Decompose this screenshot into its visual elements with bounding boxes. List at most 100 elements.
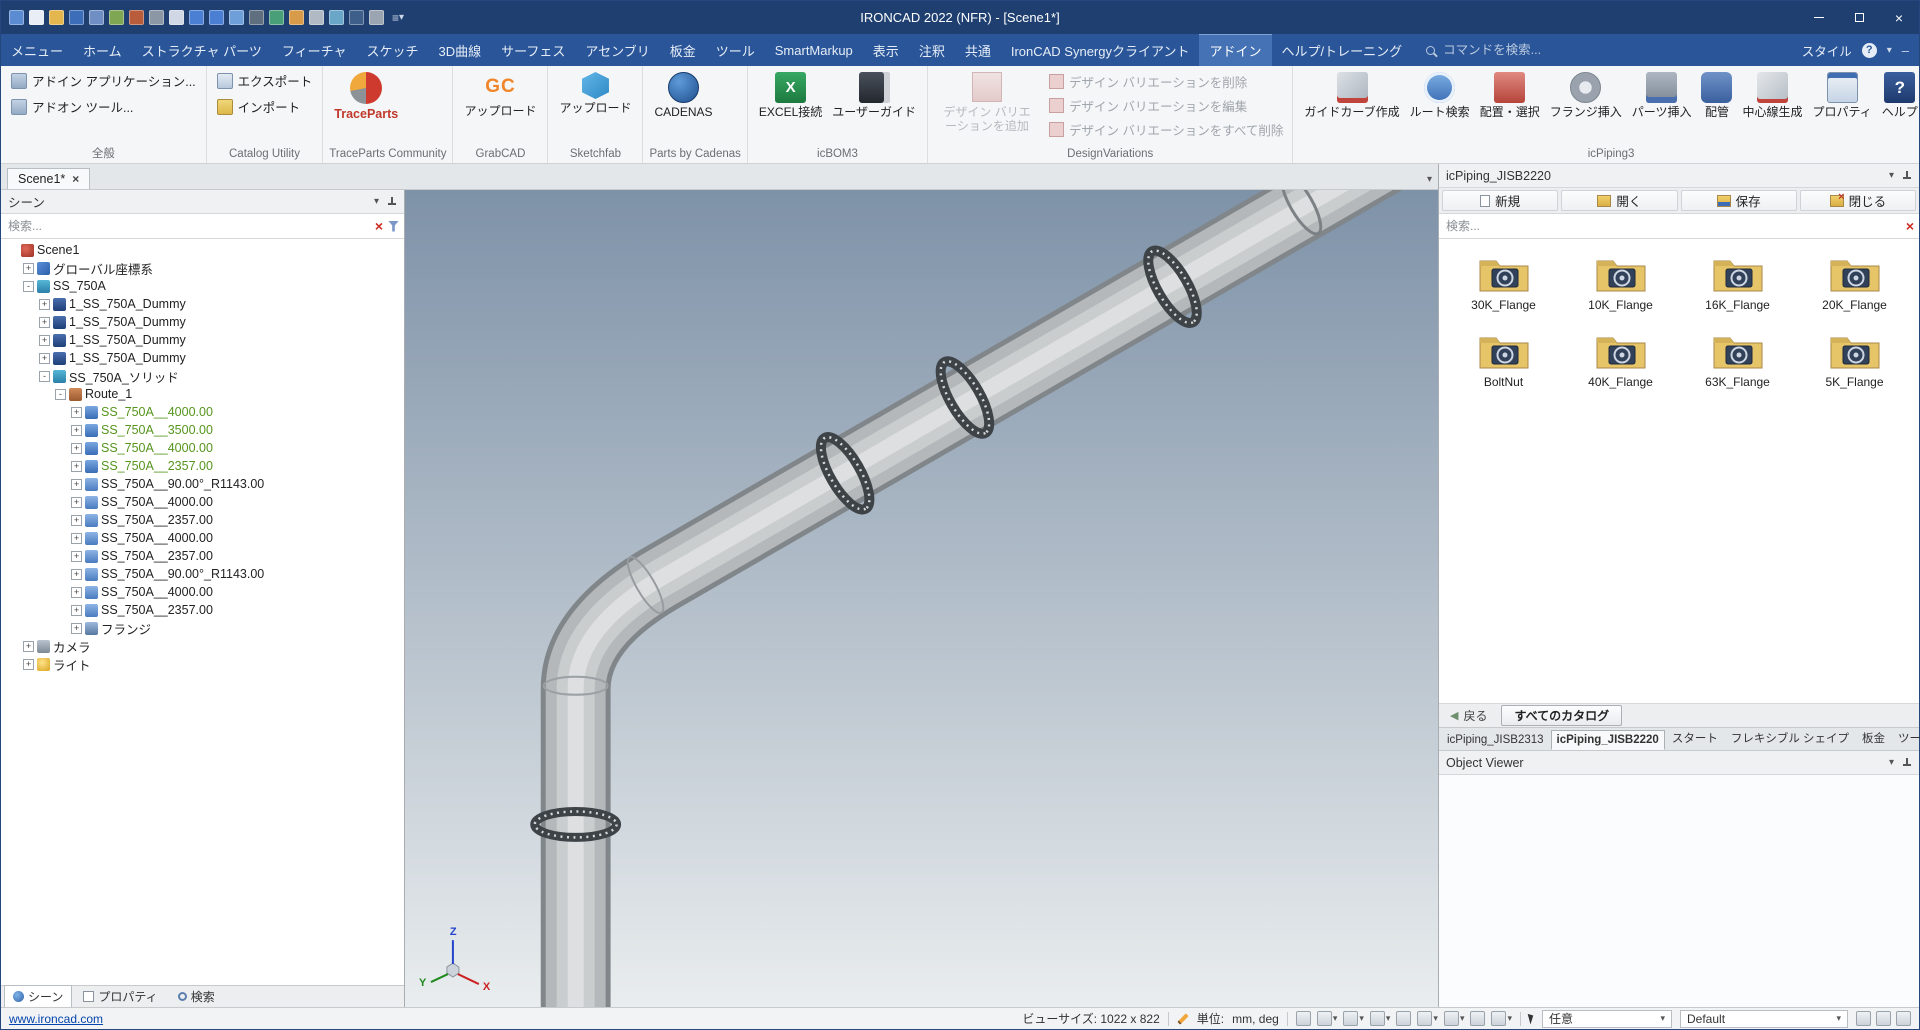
tree-item[interactable]: - SS_750A_ソリッド <box>1 367 404 385</box>
display-mode-icon[interactable]: ▾ <box>1370 1011 1391 1026</box>
tree-expander[interactable]: + <box>71 497 82 508</box>
grabcad-upload-button[interactable]: GC アップロード <box>459 69 541 119</box>
tree-expander[interactable]: + <box>23 659 34 670</box>
scene-search-input[interactable] <box>6 218 370 234</box>
close-button[interactable]: × <box>1879 1 1919 34</box>
catalog-tab[interactable]: ツール <box>1892 726 1920 750</box>
panel-bottom-tab[interactable]: 検索 <box>169 985 224 1008</box>
undo-icon[interactable] <box>189 10 204 25</box>
render-icon[interactable] <box>269 10 284 25</box>
ribbon-tab[interactable]: ストラクチャ パーツ <box>132 34 272 66</box>
ribbon-tab[interactable]: ツール <box>706 34 765 66</box>
addon-tools-button[interactable]: アドオン ツール... <box>7 95 200 118</box>
catalog-export-button[interactable]: エクスポート <box>213 69 317 92</box>
tree-expander[interactable]: - <box>55 389 66 400</box>
config-combo[interactable]: Default ▾ <box>1680 1010 1848 1028</box>
camera-view-icon[interactable]: ▾ <box>1470 1011 1485 1026</box>
ribbon-tab[interactable]: IronCAD Synergyクライアント <box>1001 34 1200 66</box>
tree-item[interactable]: + グローバル座標系 <box>1 259 404 277</box>
tree-expander[interactable]: + <box>71 551 82 562</box>
help-button[interactable]: ヘルプ <box>1877 69 1919 120</box>
ribbon-tab[interactable]: 共通 <box>955 34 1001 66</box>
tree-item[interactable]: + フランジ <box>1 619 404 637</box>
ribbon-tab[interactable]: スケッチ <box>357 34 429 66</box>
cadenas-button[interactable]: CADENAS <box>649 69 717 120</box>
properties-button[interactable]: プロパティ <box>1808 69 1877 120</box>
snap-icon[interactable] <box>1876 1011 1891 1026</box>
design-variation-delete-all-button[interactable]: デザイン バリエーションをすべて削除 <box>1046 119 1286 140</box>
catalog-open-button[interactable]: 開く <box>1561 190 1677 211</box>
tree-item[interactable]: + 1_SS_750A_Dummy <box>1 295 404 313</box>
view-config-icon[interactable]: ▾ <box>1491 1011 1512 1026</box>
tree-expander[interactable]: + <box>71 605 82 616</box>
back-button[interactable]: ◀ 戻る <box>1444 706 1493 725</box>
object-viewer-body[interactable] <box>1439 775 1919 1007</box>
filter-icon[interactable] <box>388 221 399 232</box>
minimize-ribbon-icon[interactable]: ‒ <box>1902 43 1909 58</box>
tree-item[interactable]: + SS_750A__4000.00 <box>1 493 404 511</box>
save-as-icon[interactable] <box>89 10 104 25</box>
catalog-search-input[interactable] <box>1444 218 1901 234</box>
settings-icon[interactable] <box>369 10 384 25</box>
panel-menu-caret-icon[interactable]: ▾ <box>374 196 379 207</box>
units-edit-icon[interactable] <box>1177 1013 1188 1024</box>
part-insert-button[interactable]: パーツ挿入 <box>1627 69 1697 120</box>
all-catalogs-button[interactable]: すべてのカタログ <box>1501 705 1622 726</box>
design-variation-delete-button[interactable]: デザイン バリエーションを削除 <box>1046 71 1286 92</box>
tree-expander[interactable]: + <box>71 443 82 454</box>
piping-button[interactable]: 配管 <box>1696 69 1737 120</box>
tree-item[interactable]: + SS_750A__4000.00 <box>1 583 404 601</box>
app-menu-icon[interactable] <box>9 10 24 25</box>
copy-icon[interactable] <box>169 10 184 25</box>
panel-menu-caret-icon[interactable]: ▾ <box>1889 170 1894 181</box>
tree-expander[interactable]: + <box>71 407 82 418</box>
tree-expander[interactable]: + <box>71 587 82 598</box>
tree-expander[interactable]: + <box>39 335 50 346</box>
ironcad-link[interactable]: www.ironcad.com <box>9 1012 103 1026</box>
zoom-window-icon[interactable]: ▾ <box>1317 1011 1338 1026</box>
tree-expander[interactable]: + <box>39 353 50 364</box>
redo-icon[interactable] <box>209 10 224 25</box>
panel-menu-caret-icon[interactable]: ▾ <box>1889 757 1894 768</box>
tree-expander[interactable]: + <box>39 317 50 328</box>
tree-expander[interactable]: + <box>71 479 82 490</box>
monitor-icon[interactable] <box>349 10 364 25</box>
new-view-icon[interactable]: ▾ <box>1343 1011 1364 1026</box>
selection-filter-icon[interactable] <box>1856 1011 1871 1026</box>
tree-item[interactable]: + SS_750A__2357.00 <box>1 457 404 475</box>
print-icon[interactable] <box>149 10 164 25</box>
catalog-item[interactable]: 10K_Flange <box>1562 251 1679 312</box>
tree-item[interactable]: + 1_SS_750A_Dummy <box>1 349 404 367</box>
tree-expander[interactable]: + <box>71 533 82 544</box>
ribbon-tab[interactable]: ホーム <box>73 34 132 66</box>
flange-insert-button[interactable]: フランジ挿入 <box>1545 69 1627 120</box>
ribbon-tab[interactable]: アドイン <box>1199 34 1271 66</box>
ribbon-tab[interactable]: ヘルプ/トレーニング <box>1272 34 1413 66</box>
tree-item[interactable]: + カメラ <box>1 637 404 655</box>
panel-bottom-tab[interactable]: シーン <box>4 985 72 1008</box>
catalog-tab[interactable]: フレキシブル シェイプ <box>1725 726 1855 750</box>
units-value[interactable]: mm, deg <box>1232 1012 1279 1026</box>
ribbon-tab[interactable]: メニュー <box>1 34 73 66</box>
pin-icon[interactable] <box>1902 171 1912 181</box>
tree-expander[interactable]: - <box>23 281 34 292</box>
place-select-button[interactable]: 配置・選択 <box>1475 69 1545 120</box>
tree-item[interactable]: + ライト <box>1 655 404 673</box>
document-tab-scene1[interactable]: Scene1* × <box>7 168 90 189</box>
tree-item[interactable]: + SS_750A__4000.00 <box>1 529 404 547</box>
catalog-icon[interactable] <box>289 10 304 25</box>
tree-item[interactable]: - Route_1 <box>1 385 404 403</box>
tree-expander[interactable]: + <box>71 623 82 634</box>
ribbon-tab[interactable]: アセンブリ <box>575 34 659 66</box>
render-style-icon[interactable]: ▾ <box>1417 1011 1438 1026</box>
import-icon[interactable] <box>129 10 144 25</box>
grid-toggle-icon[interactable] <box>1896 1011 1911 1026</box>
maximize-button[interactable] <box>1839 1 1879 34</box>
tree-item[interactable]: + 1_SS_750A_Dummy <box>1 331 404 349</box>
new-scene-icon[interactable] <box>29 10 44 25</box>
tree-item[interactable]: + 1_SS_750A_Dummy <box>1 313 404 331</box>
select-tool-icon[interactable] <box>1528 1013 1536 1025</box>
addin-applications-button[interactable]: アドイン アプリケーション... <box>7 69 200 92</box>
pin-icon[interactable] <box>1902 758 1912 768</box>
sketchfab-upload-button[interactable]: アップロード <box>554 69 636 116</box>
